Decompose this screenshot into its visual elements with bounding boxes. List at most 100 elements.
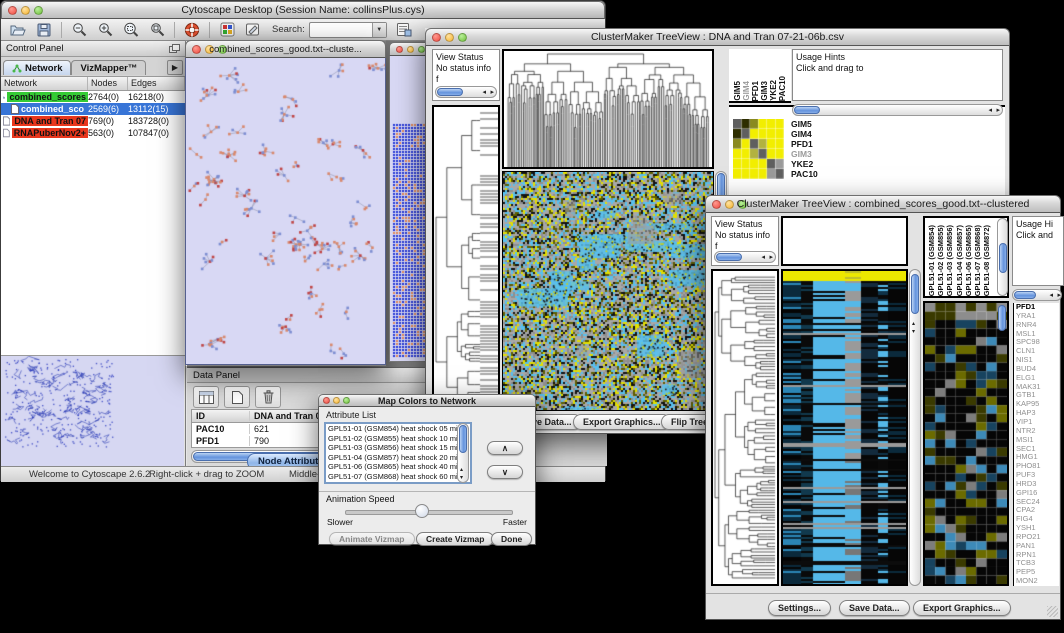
attribute-item[interactable]: GPL51-06 (GSM865) heat shock 40 min xyxy=(328,462,470,472)
row-dendrogram[interactable] xyxy=(432,105,500,411)
gene-row-label[interactable]: GIM5 xyxy=(791,119,818,129)
status-hscrollbar[interactable]: ◂▸ xyxy=(714,251,776,263)
gene-column-label[interactable]: YKE2 xyxy=(769,80,778,101)
window-controls[interactable] xyxy=(8,6,43,15)
close-icon[interactable] xyxy=(432,33,441,42)
new-attribute-icon[interactable] xyxy=(224,386,250,408)
array-column-label[interactable]: GPL51-02 (GSM855) xyxy=(936,225,945,296)
column-dendrogram[interactable] xyxy=(781,216,908,266)
zoom-in-icon[interactable] xyxy=(96,22,114,38)
attribute-item[interactable]: GPL51-03 (GSM856) heat shock 15 min xyxy=(328,443,470,453)
attribute-vscrollbar[interactable]: ▴▾ xyxy=(457,423,469,483)
resize-grip[interactable] xyxy=(1047,606,1058,617)
save-icon[interactable] xyxy=(35,22,53,38)
export-graphics-button[interactable]: Export Graphics... xyxy=(913,600,1011,616)
network-window-title-bar[interactable]: combined_scores_good.txt--cluste... xyxy=(185,40,386,58)
array-column-label[interactable]: GPL51-03 (GSM856) xyxy=(945,225,954,296)
gene-row-label[interactable]: GIM4 xyxy=(791,129,818,139)
zoom-selected-icon[interactable] xyxy=(148,22,166,38)
array-column-label[interactable]: GPL51-06 (GSM865) xyxy=(964,225,973,296)
zoom-window-icon[interactable] xyxy=(218,45,227,54)
gene-label[interactable]: MON2 xyxy=(1016,577,1059,586)
dialog-title-bar[interactable]: Map Colors to Network xyxy=(318,394,536,407)
delete-attribute-icon[interactable] xyxy=(255,386,281,408)
gene-column-label[interactable]: PAC10 xyxy=(778,76,787,101)
close-icon[interactable] xyxy=(323,397,330,404)
gene-row-label[interactable]: PAC10 xyxy=(791,169,818,179)
network-row-selected[interactable]: combined_sco 2569(6) 13112(15) xyxy=(1,103,185,115)
main-title-bar[interactable]: Cytoscape Desktop (Session Name: collins… xyxy=(1,1,605,19)
heatmap-main[interactable] xyxy=(502,171,714,411)
zoom-fit-icon[interactable] xyxy=(122,22,140,38)
status-hscrollbar[interactable]: ◂▸ xyxy=(435,86,497,98)
float-panel-icon[interactable] xyxy=(169,44,180,53)
summary-heatmap[interactable] xyxy=(733,119,784,179)
gene-row-label[interactable]: PFD1 xyxy=(791,139,818,149)
chevron-down-icon[interactable]: ▼ xyxy=(372,23,386,37)
more-tabs-icon[interactable]: ▶ xyxy=(167,60,183,75)
labels-vscrollbar[interactable] xyxy=(997,218,1008,296)
minimize-icon[interactable] xyxy=(407,46,414,53)
gene-column-label[interactable]: GIM4 xyxy=(742,81,751,101)
slider-thumb[interactable] xyxy=(415,504,429,518)
col-id[interactable]: ID xyxy=(192,411,250,421)
close-icon[interactable] xyxy=(396,46,403,53)
minimize-icon[interactable] xyxy=(21,6,30,15)
heatmap-vscrollbar[interactable]: ▴▾ xyxy=(909,269,921,586)
gene-row-label[interactable]: GIM3 xyxy=(791,149,818,159)
tab-vizmapper[interactable]: VizMapper™ xyxy=(71,60,146,75)
attribute-item[interactable]: GPL51-02 (GSM855) heat shock 10 min xyxy=(328,434,470,444)
zoom-out-icon[interactable] xyxy=(70,22,88,38)
minimize-icon[interactable] xyxy=(333,397,340,404)
zoom-window-icon[interactable] xyxy=(418,46,425,53)
annotation-icon[interactable] xyxy=(244,22,262,38)
network-row[interactable]: RNAPuberNov2+ 563(0) 107847(0) xyxy=(1,127,185,139)
zoom-window-icon[interactable] xyxy=(34,6,43,15)
array-column-label[interactable]: GPL51-04 (GSM857) xyxy=(955,225,964,296)
export-graphics-button[interactable]: Export Graphics... xyxy=(573,414,671,430)
tab-network[interactable]: Network xyxy=(3,60,71,75)
close-icon[interactable] xyxy=(712,200,721,209)
network-row[interactable]: DNA and Tran 07 769(0) 183728(0) xyxy=(1,115,185,127)
save-data-button[interactable]: Save Data... xyxy=(839,600,910,616)
gene-column-label[interactable]: PFD1 xyxy=(751,81,760,101)
col-nodes[interactable]: Nodes xyxy=(88,77,128,90)
treeview1-title-bar[interactable]: ClusterMaker TreeView : DNA and Tran 07-… xyxy=(425,28,1010,46)
attribute-select-icon[interactable] xyxy=(193,386,219,408)
array-column-label[interactable]: GPL51-07 (GSM868) xyxy=(973,225,982,296)
attribute-item[interactable]: GPL51-01 (GSM854) heat shock 05 min xyxy=(328,424,470,434)
zoom-window-icon[interactable] xyxy=(458,33,467,42)
column-dendrogram[interactable] xyxy=(502,49,714,169)
animate-vizmap-button[interactable]: Animate Vizmap xyxy=(329,532,415,546)
col-edges[interactable]: Edges xyxy=(128,77,185,90)
vizmapper-icon[interactable] xyxy=(218,22,236,38)
usage-hscrollbar[interactable]: ◂▸ xyxy=(1012,289,1062,301)
minimize-icon[interactable] xyxy=(445,33,454,42)
close-icon[interactable] xyxy=(192,45,201,54)
minimize-icon[interactable] xyxy=(205,45,214,54)
open-icon[interactable] xyxy=(9,22,27,38)
network-row[interactable]: combined_scores 2764(0) 16218(0) xyxy=(1,91,185,103)
help-lifering-icon[interactable] xyxy=(183,22,201,38)
heatmap-main[interactable] xyxy=(781,269,908,586)
settings-button[interactable]: Settings... xyxy=(768,600,831,616)
birdseye-view[interactable] xyxy=(1,356,184,470)
gene-column-label[interactable]: GIM5 xyxy=(733,81,742,101)
minimize-icon[interactable] xyxy=(725,200,734,209)
animation-speed-slider[interactable] xyxy=(345,510,513,515)
attribute-item[interactable]: GPL51-07 (GSM868) heat shock 60 min xyxy=(328,472,470,482)
summary-vscrollbar[interactable] xyxy=(998,303,1008,403)
array-column-label[interactable]: GPL51-01 (GSM854) xyxy=(927,225,936,296)
array-column-label[interactable]: GPL51-08 (GSM872) xyxy=(982,225,991,296)
treeview2-title-bar[interactable]: ClusterMaker TreeView : combined_scores_… xyxy=(705,195,1061,213)
create-vizmap-button[interactable]: Create Vizmap xyxy=(416,532,494,546)
attribute-browser-icon[interactable] xyxy=(395,22,413,38)
zoom-window-icon[interactable] xyxy=(738,200,747,209)
attribute-item[interactable]: GPL51-04 (GSM857) heat shock 20 min xyxy=(328,453,470,463)
zoom-window-icon[interactable] xyxy=(343,397,350,404)
close-icon[interactable] xyxy=(8,6,17,15)
row-dendrogram[interactable] xyxy=(711,269,779,586)
gene-row-label[interactable]: YKE2 xyxy=(791,159,818,169)
network-canvas-area[interactable] xyxy=(185,58,386,365)
summary-heatmap-panel[interactable] xyxy=(923,301,1009,586)
